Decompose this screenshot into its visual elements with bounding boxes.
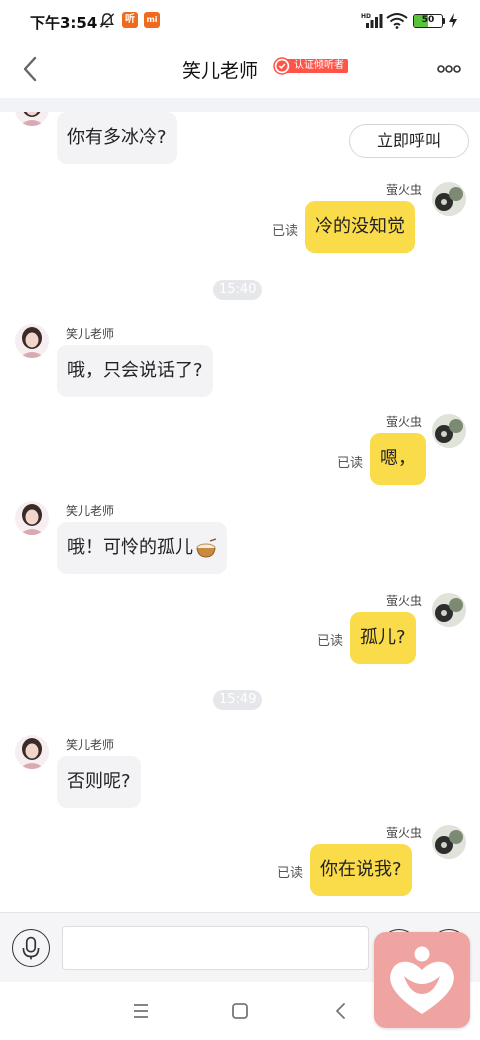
- user-name: 萤火虫: [386, 415, 423, 429]
- user-avatar[interactable]: [432, 414, 466, 448]
- back-button[interactable]: [14, 52, 48, 86]
- page-title: 笑儿老师: [182, 60, 259, 82]
- message-bubble-user[interactable]: 孤儿?: [350, 612, 416, 664]
- message-bubble-teacher[interactable]: 否则呢?: [57, 756, 141, 808]
- user-name: 萤火虫: [386, 594, 423, 608]
- battery-level: 50: [421, 15, 435, 25]
- svg-text:HD: HD: [361, 13, 371, 20]
- teacher-avatar[interactable]: [15, 324, 49, 358]
- header-divider: [0, 98, 480, 112]
- status-time: 下午3:54: [30, 14, 98, 32]
- message-bubble-teacher[interactable]: 你有多冰冷?: [57, 112, 177, 164]
- back-nav-icon[interactable]: [326, 996, 356, 1026]
- read-receipt: 已读: [317, 634, 344, 649]
- voice-input-button[interactable]: [12, 929, 50, 967]
- time-divider: 15:40: [213, 280, 263, 300]
- signal-icon: HD: [361, 13, 383, 28]
- floating-app-icon[interactable]: [374, 932, 470, 1028]
- bowl-emoji-icon: [196, 538, 217, 558]
- menu-icon[interactable]: [126, 996, 156, 1026]
- chat-header: 笑儿老师 认证倾听者: [0, 42, 480, 98]
- more-options-icon[interactable]: [432, 54, 466, 84]
- read-receipt: 已读: [277, 866, 304, 881]
- message-bubble-user[interactable]: 你在说我?: [310, 844, 412, 896]
- bell-muted-icon: [99, 13, 115, 28]
- wifi-icon: [386, 13, 408, 29]
- status-bar: 下午3:54 听 mi HD 50: [0, 0, 480, 42]
- teacher-name: 笑儿老师: [66, 738, 115, 752]
- charging-icon: [449, 13, 457, 28]
- chat-message-list[interactable]: 你有多冰冷? 立即呼叫 萤火虫 已读 冷的没知觉 15:40 笑儿老师 哦，只会…: [0, 112, 480, 912]
- message-text: 哦！可怜的孤儿: [67, 537, 193, 558]
- app-notification-icon: 听: [122, 12, 138, 28]
- teacher-avatar[interactable]: [15, 735, 49, 769]
- verified-icon: [273, 57, 291, 75]
- time-divider: 15:49: [213, 690, 263, 710]
- read-receipt: 已读: [337, 456, 364, 471]
- message-input[interactable]: [62, 926, 369, 970]
- teacher-avatar[interactable]: [15, 501, 49, 535]
- home-icon[interactable]: [225, 996, 255, 1026]
- user-avatar[interactable]: [432, 593, 466, 627]
- call-now-button[interactable]: 立即呼叫: [349, 124, 469, 158]
- user-avatar[interactable]: [432, 182, 466, 216]
- mi-notification-icon: mi: [144, 12, 160, 28]
- verified-badge: 认证倾听者: [273, 57, 348, 75]
- message-bubble-teacher[interactable]: 哦，只会说话了?: [57, 345, 213, 397]
- read-receipt: 已读: [272, 224, 299, 239]
- teacher-avatar[interactable]: [15, 112, 49, 126]
- teacher-name: 笑儿老师: [66, 327, 115, 341]
- message-bubble-teacher[interactable]: 哦！可怜的孤儿: [57, 522, 227, 574]
- user-name: 萤火虫: [386, 183, 423, 197]
- user-avatar[interactable]: [432, 825, 466, 859]
- battery-tip: [443, 18, 445, 24]
- message-bubble-user[interactable]: 冷的没知觉: [305, 201, 415, 253]
- heart-person-icon: [390, 943, 454, 1014]
- teacher-name: 笑儿老师: [66, 504, 115, 518]
- battery-icon: 50: [413, 14, 443, 28]
- user-name: 萤火虫: [386, 826, 423, 840]
- message-bubble-user[interactable]: 嗯，: [370, 433, 426, 485]
